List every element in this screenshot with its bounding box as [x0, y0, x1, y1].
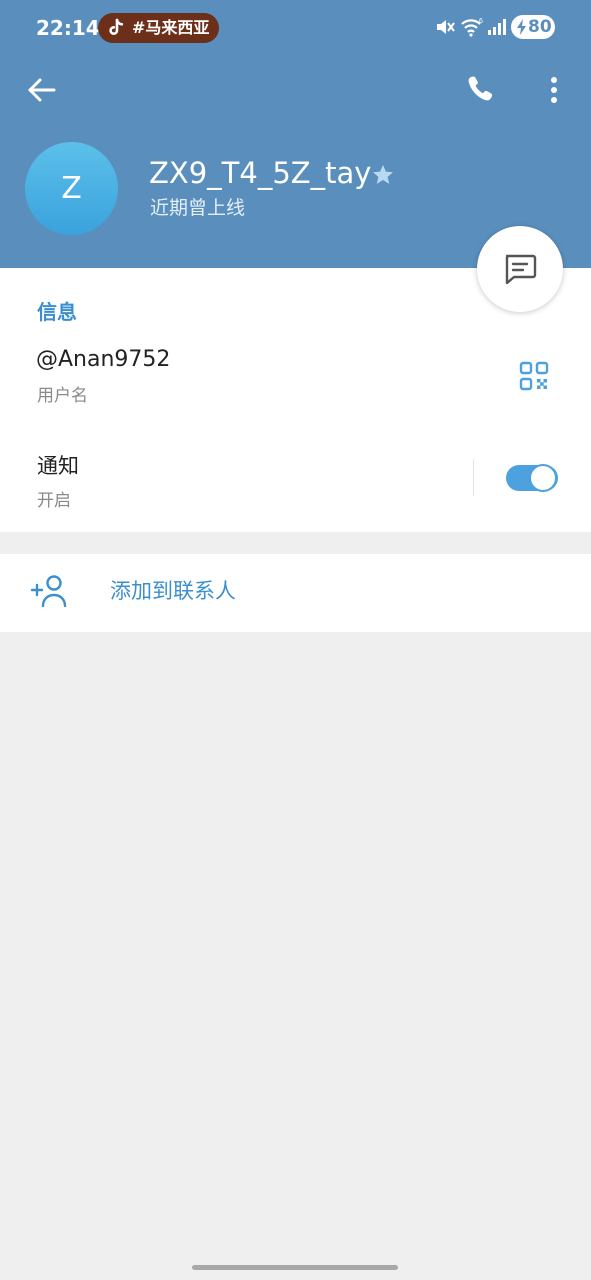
svg-text:6: 6 [479, 18, 483, 25]
profile-name: ZX9_T4_5Z_tay [149, 156, 372, 190]
wifi-icon: 6 [461, 18, 483, 37]
qr-code-button[interactable] [514, 356, 554, 396]
more-options-button[interactable] [534, 70, 574, 110]
last-seen-status: 近期曾上线 [150, 197, 246, 219]
add-to-contacts-label: 添加到联系人 [110, 579, 236, 603]
message-icon [505, 254, 537, 285]
notifications-status: 开启 [37, 491, 71, 511]
mute-icon [437, 20, 455, 34]
avatar[interactable]: Z [25, 142, 118, 235]
battery-level: 80 [528, 17, 552, 37]
add-to-contacts-row[interactable]: 添加到联系人 [0, 554, 591, 632]
tiktok-tag-pill[interactable]: #马来西亚 [98, 13, 219, 43]
section-title-info: 信息 [37, 300, 77, 324]
add-user-icon [30, 575, 67, 608]
charging-bolt-icon [517, 19, 526, 35]
divider [473, 459, 474, 496]
tiktok-tag-text: #马来西亚 [132, 18, 210, 37]
profile-header: 22:14 #马来西亚 6 80 Z ZX9_T4_5Z_tay 近期曾上线 [0, 0, 591, 268]
notifications-title[interactable]: 通知 [37, 451, 79, 481]
phone-icon [468, 76, 493, 101]
battery-indicator: 80 [511, 15, 555, 39]
notifications-toggle[interactable] [506, 464, 558, 492]
arrow-left-icon [28, 78, 56, 102]
toggle-knob [529, 464, 557, 492]
username-label: 用户名 [37, 386, 88, 406]
tiktok-icon [109, 18, 124, 35]
signal-icon [488, 19, 506, 35]
home-indicator[interactable] [192, 1265, 398, 1270]
username-value[interactable]: @Anan9752 [36, 345, 170, 375]
star-icon [373, 165, 393, 184]
more-vertical-icon [551, 77, 557, 103]
status-time: 22:14 [36, 16, 100, 40]
call-button[interactable] [460, 70, 500, 110]
back-button[interactable] [22, 70, 62, 110]
message-button[interactable] [477, 226, 563, 312]
